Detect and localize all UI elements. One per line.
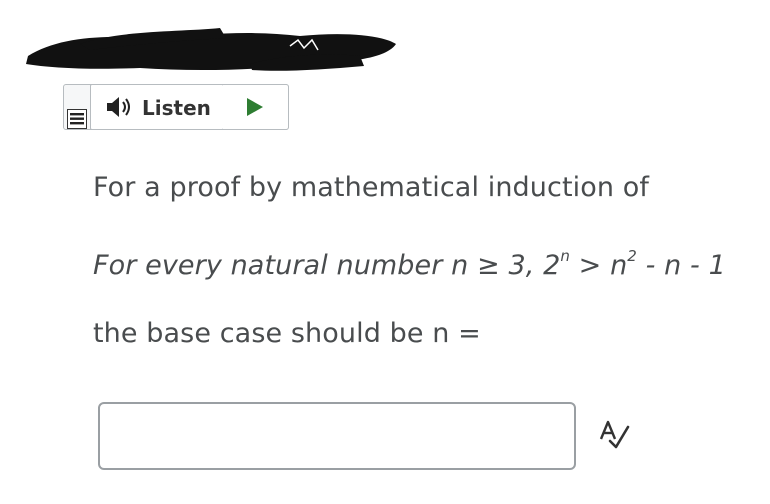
speaker-icon bbox=[107, 97, 130, 117]
play-triangle-icon bbox=[247, 98, 263, 116]
play-button[interactable] bbox=[223, 84, 289, 130]
listen-toolbar: Listen bbox=[63, 84, 289, 130]
spellcheck-icon[interactable] bbox=[598, 419, 632, 451]
question-statement: For every natural number n ≥ 3, 2n > n2 … bbox=[93, 247, 726, 281]
answer-input[interactable] bbox=[98, 402, 576, 470]
listen-label: Listen bbox=[142, 96, 211, 120]
exponent-n: n bbox=[560, 247, 570, 265]
exponent-2: 2 bbox=[627, 247, 637, 265]
question-intro: For a proof by mathematical induction of bbox=[93, 172, 649, 203]
redacted-header bbox=[26, 28, 396, 71]
listen-button[interactable]: Listen bbox=[90, 84, 224, 130]
statement-text-middle: > n bbox=[569, 250, 628, 281]
menu-lines-icon[interactable] bbox=[67, 109, 87, 129]
question-prompt: the base case should be n = bbox=[93, 318, 481, 349]
statement-text-after: - n - 1 bbox=[636, 250, 726, 281]
statement-text-before: For every natural number n ≥ 3, 2 bbox=[93, 250, 561, 281]
